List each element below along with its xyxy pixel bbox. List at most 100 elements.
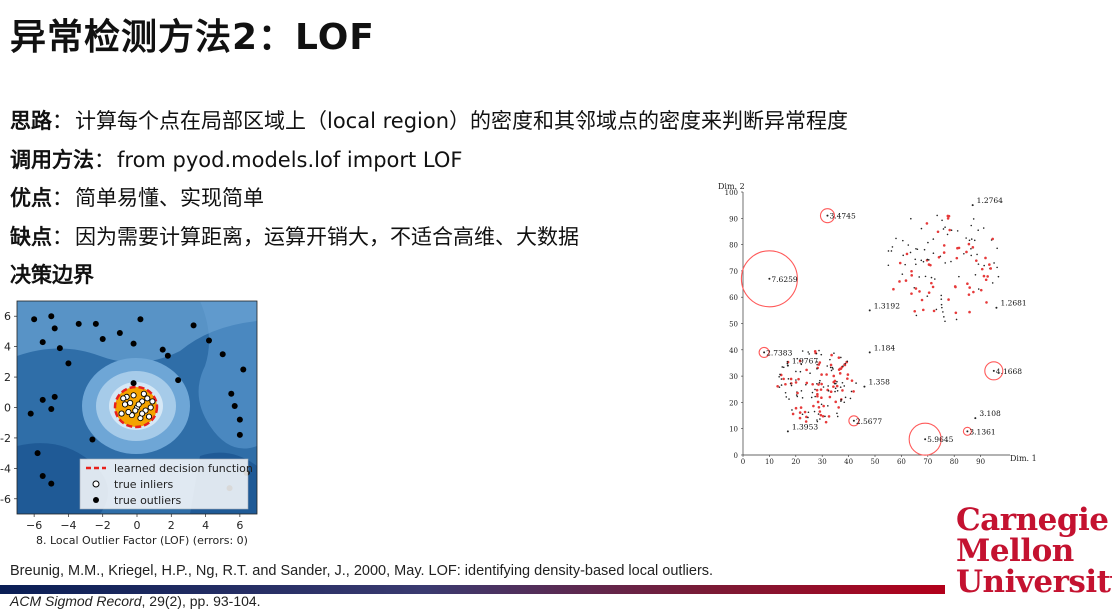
data-point	[932, 309, 936, 313]
data-point	[977, 229, 979, 232]
data-point	[846, 360, 849, 363]
lof-score-label: 4.1668	[996, 367, 1022, 376]
data-point	[972, 218, 975, 220]
data-point	[920, 227, 923, 230]
x-tick-label: 10	[765, 458, 774, 465]
lof-score-plot: Dim. 2 Dim. 1 1009080706050403020100 0 10…	[718, 182, 1037, 465]
data-point	[904, 263, 906, 266]
annotated-point	[971, 204, 974, 207]
x-tick-label: 0	[741, 458, 745, 465]
data-point	[910, 217, 912, 220]
bullet-idea: 思路：计算每个点在局部区域上（local region）的密度和其邻域点的密度来…	[10, 102, 848, 141]
annotated-point	[995, 306, 998, 309]
annotated-point	[992, 369, 995, 372]
data-point	[840, 400, 842, 402]
inlier-point	[121, 401, 129, 408]
data-point	[910, 274, 914, 277]
data-point	[977, 288, 980, 290]
data-point	[819, 413, 823, 417]
data-point	[821, 414, 825, 418]
outlier-point	[48, 480, 55, 487]
lof-decision-plot: 6 4 2 0 -2 -4 -6 −6 −4 −2 0 2 4 6 learned decision f…	[0, 300, 258, 547]
inlier-point	[139, 410, 146, 417]
data-point	[776, 385, 779, 388]
data-point	[926, 295, 929, 297]
data-point	[944, 262, 947, 264]
x-tick-label: 90	[976, 458, 985, 465]
data-point	[954, 285, 957, 289]
data-point	[927, 241, 929, 244]
data-point	[809, 372, 811, 375]
data-point	[813, 349, 817, 353]
y-tick-label: 6	[4, 310, 11, 323]
bullet-key: 优点	[10, 186, 52, 210]
data-point	[946, 233, 949, 236]
data-point	[789, 382, 792, 385]
data-point	[801, 413, 804, 416]
data-point	[915, 247, 917, 250]
y-tick-label: 30	[729, 373, 738, 381]
data-point	[803, 410, 807, 414]
data-point	[940, 303, 943, 306]
data-point	[887, 250, 890, 252]
logo-line: Carnegie	[956, 502, 1109, 538]
data-point	[941, 219, 943, 222]
data-point	[791, 409, 793, 411]
citation-line-1: Breunig, M.M., Kriegel, H.P., Ng, R.T. a…	[10, 563, 714, 579]
data-point	[988, 263, 991, 266]
data-point	[819, 388, 823, 391]
inlier-point	[147, 404, 154, 411]
data-point	[836, 390, 839, 392]
data-point	[943, 316, 945, 318]
data-point	[780, 384, 783, 386]
x-tick-label: 80	[950, 458, 959, 465]
annotated-point	[826, 214, 829, 217]
data-point	[986, 275, 989, 278]
x-axis-ticks: 0 10 20 30 40 50 60 70 80 90	[741, 455, 985, 465]
bullet-sep: ：	[94, 147, 115, 172]
inlier-point	[120, 395, 127, 402]
outlier-point	[236, 416, 243, 423]
data-point	[834, 390, 836, 393]
citation-line-2: ACM Sigmod Record, 29(2), pp. 93-104.	[10, 593, 261, 609]
data-point	[805, 368, 808, 372]
data-point	[979, 288, 983, 292]
data-point	[819, 379, 821, 382]
data-point	[836, 412, 838, 415]
data-point	[778, 375, 780, 378]
data-point	[813, 410, 816, 413]
x-tick-label: 2	[168, 519, 175, 532]
bullet-sep: ：	[52, 224, 73, 249]
bullet-key: 调用方法	[10, 147, 94, 172]
data-point	[826, 365, 829, 367]
data-point	[788, 398, 790, 400]
data-point	[834, 387, 837, 390]
data-point	[950, 260, 952, 263]
data-point	[965, 237, 967, 239]
y-tick-label: 50	[729, 321, 738, 329]
data-point	[820, 403, 823, 406]
data-point	[970, 224, 973, 227]
annotated-point	[966, 430, 969, 433]
data-point	[921, 308, 925, 312]
data-point	[955, 318, 958, 321]
data-points	[776, 214, 1000, 424]
inlier-point	[125, 409, 132, 416]
data-point	[782, 377, 785, 381]
legend-true-inliers: true inliers	[114, 478, 174, 491]
data-point	[786, 360, 789, 363]
outlier-point	[231, 402, 238, 409]
data-point	[973, 239, 976, 242]
data-point	[916, 248, 919, 251]
data-point	[812, 404, 815, 408]
annotated-point	[863, 385, 866, 388]
data-point	[829, 358, 831, 361]
data-point	[850, 379, 854, 382]
data-point	[820, 353, 823, 356]
y-tick-label: 70	[729, 268, 738, 276]
data-point	[822, 404, 825, 408]
data-point	[828, 395, 832, 399]
data-point	[824, 420, 828, 424]
data-point	[963, 252, 965, 255]
inlier-point	[130, 392, 137, 399]
